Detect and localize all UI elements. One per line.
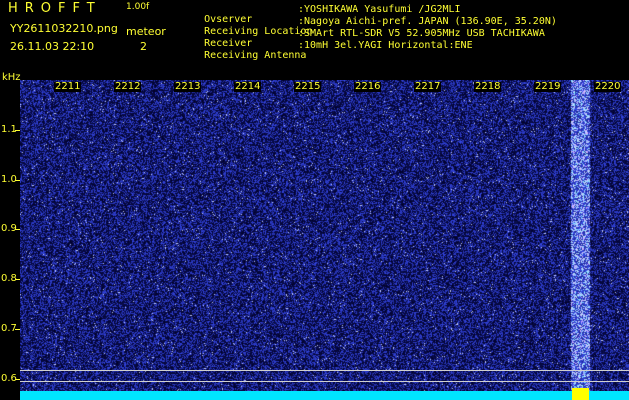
y-tick [15,379,20,380]
waterfall-spectrogram [20,80,629,400]
app-logo: HROFFT [8,1,102,16]
meteor-marker [572,388,589,400]
reference-line [20,381,629,382]
timestamp: 26.11.03 22:10 [10,40,95,53]
x-tick-label: 2214 [234,81,262,92]
y-axis-unit: kHz [2,72,21,83]
info-value: :SMArt RTL-SDR V5 52.905MHz USB TACHIKAW… [298,28,545,39]
x-tick-label: 2213 [174,81,202,92]
header-bar: HROFFT 1.00f YY2611032210.png 26.11.03 2… [0,0,629,76]
y-tick [15,279,20,280]
x-tick-label: 2217 [414,81,442,92]
x-tick-label: 2211 [54,81,82,92]
image-filename: YY2611032210.png [10,22,118,35]
info-row-antenna: Receiving Antenna :10mH 3el.YAGI Horizon… [180,41,473,81]
y-tick [15,180,20,181]
info-value: :10mH 3el.YAGI Horizontal:ENE [298,40,473,51]
version-label: 1.00f [126,2,150,12]
y-tick [15,229,20,230]
x-tick-label: 2220 [594,81,622,92]
waterfall-canvas [20,80,629,400]
y-tick [15,130,20,131]
x-tick-label: 2218 [474,81,502,92]
x-tick-label: 2216 [354,81,382,92]
y-tick [15,329,20,330]
info-key: Receiving Antenna [204,50,307,61]
info-value: :Nagoya Aichi-pref. JAPAN (136.90E, 35.2… [298,16,557,27]
x-tick-label: 2215 [294,81,322,92]
x-tick-label: 2219 [534,81,562,92]
info-value: :YOSHIKAWA Yasufumi /JG2MLI [298,4,461,15]
meteor-label: meteor [126,25,166,38]
reference-line [20,370,629,371]
x-tick-label: 2212 [114,81,142,92]
signal-baseline [20,391,629,400]
meteor-count: 2 [140,40,147,53]
